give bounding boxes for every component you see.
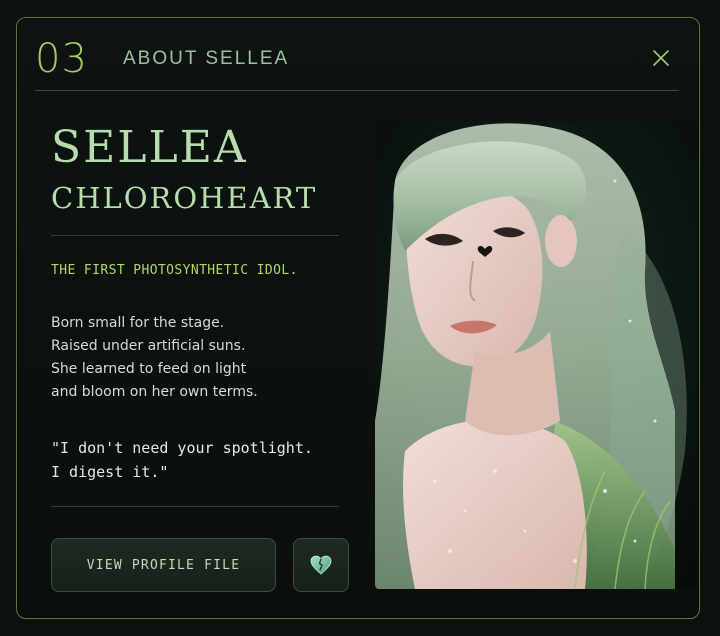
portrait-image	[375, 121, 697, 589]
view-profile-button[interactable]: VIEW PROFILE FILE	[51, 538, 276, 592]
heart-icon	[310, 555, 332, 575]
bio-line: and bloom on her own terms.	[51, 384, 258, 400]
profile-tagline: THE FIRST PHOTOSYNTHETIC IDOL.	[51, 263, 298, 278]
quote-line: "I don't need your spotlight.	[51, 439, 313, 457]
divider	[51, 235, 339, 236]
profile-quote: "I don't need your spotlight. I digest i…	[51, 436, 361, 484]
profile-first-name: SELLEA	[51, 122, 248, 173]
about-modal: 03 ABOUT SELLEA SELLEA CHLOROHEART THE F…	[16, 17, 700, 619]
bio-line: Raised under artificial suns.	[51, 338, 246, 354]
profile-portrait	[375, 121, 697, 589]
modal-header: 03 ABOUT SELLEA	[35, 18, 679, 91]
divider	[51, 506, 339, 507]
view-profile-label: VIEW PROFILE FILE	[86, 557, 241, 573]
modal-title: ABOUT SELLEA	[123, 48, 290, 69]
profile-bio: Born small for the stage. Raised under a…	[51, 312, 351, 404]
profile-info: SELLEA CHLOROHEART THE FIRST PHOTOSYNTHE…	[51, 90, 371, 610]
close-icon	[653, 50, 669, 66]
close-button[interactable]	[647, 44, 675, 72]
bio-line: Born small for the stage.	[51, 315, 225, 331]
bio-line: She learned to feed on light	[51, 361, 247, 377]
section-index: 03	[35, 36, 88, 82]
favorite-button[interactable]	[293, 538, 349, 592]
profile-last-name: CHLOROHEART	[51, 181, 318, 215]
quote-line: I digest it."	[51, 463, 169, 481]
